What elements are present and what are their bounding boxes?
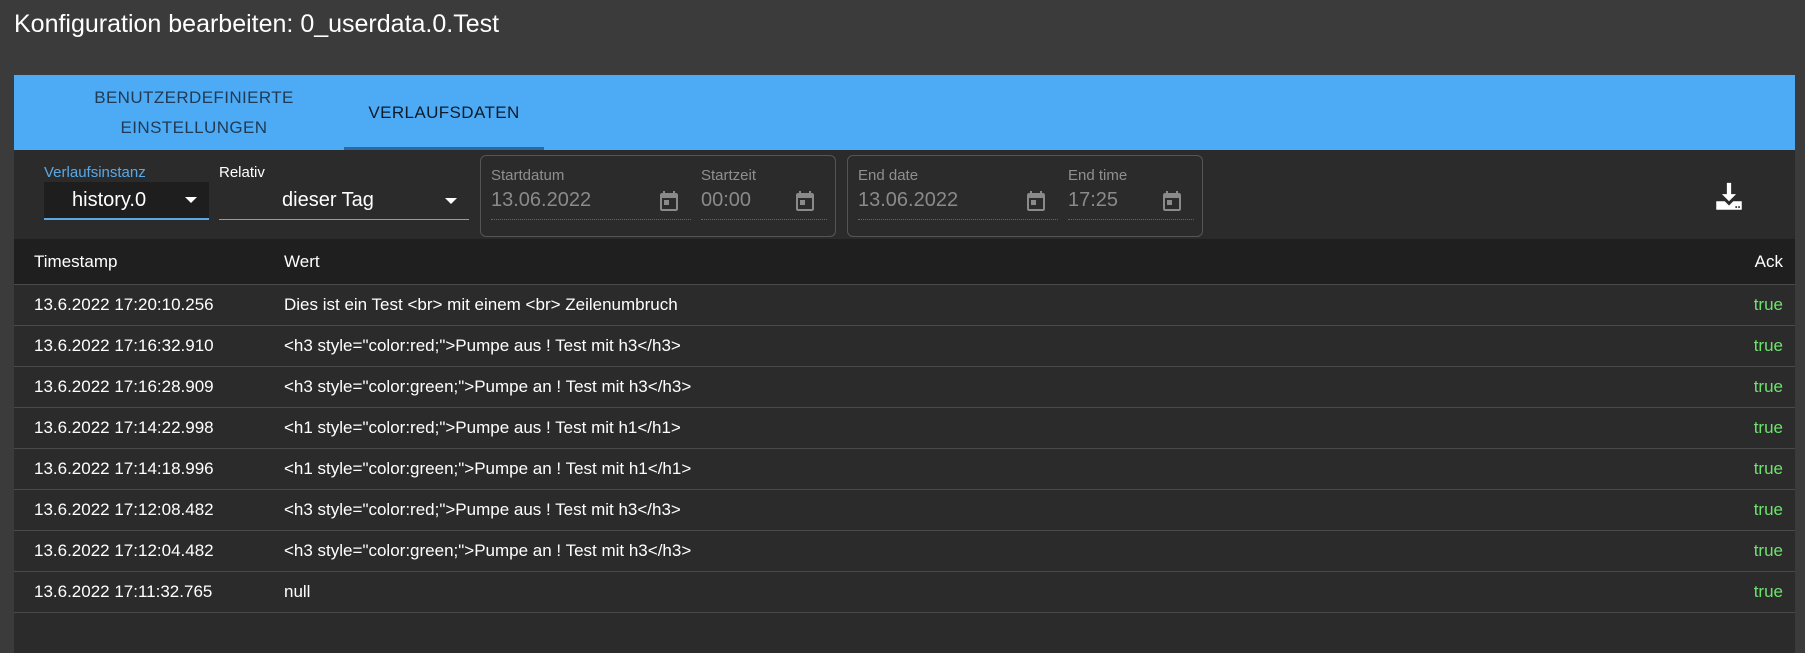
table-row[interactable]: 13.6.2022 17:20:10.256 Dies ist ein Test… xyxy=(14,285,1795,326)
relative-label: Relativ xyxy=(219,164,265,181)
table-row[interactable]: 13.6.2022 17:16:32.910 <h3 style="color:… xyxy=(14,326,1795,367)
cell-timestamp: 13.6.2022 17:12:08.482 xyxy=(34,500,214,519)
table-row[interactable]: 13.6.2022 17:16:28.909 <h3 style="color:… xyxy=(14,367,1795,408)
tab-history-data[interactable]: VERLAUFSDATEN xyxy=(344,75,544,150)
start-range-group: Startdatum 13.06.2022 Startzeit 00:00 xyxy=(480,155,836,237)
calendar-icon[interactable] xyxy=(1160,189,1184,213)
instance-label: Verlaufsinstanz xyxy=(44,164,146,181)
tab-custom-settings[interactable]: BENUTZERDEFINIERTE EINSTELLUNGEN xyxy=(54,75,334,150)
cell-timestamp: 13.6.2022 17:11:32.765 xyxy=(34,582,213,601)
cell-timestamp: 13.6.2022 17:16:32.910 xyxy=(34,336,214,355)
tab-bar: BENUTZERDEFINIERTE EINSTELLUNGEN VERLAUF… xyxy=(14,75,1795,150)
instance-select-value: history.0 xyxy=(72,188,147,211)
cell-ack: true xyxy=(1753,336,1783,355)
start-date-value: 13.06.2022 xyxy=(491,189,592,211)
instance-select[interactable]: history.0 xyxy=(44,182,209,220)
cell-value: <h3 style="color:green;">Pumpe an ! Test… xyxy=(284,541,692,560)
end-time-value: 17:25 xyxy=(1068,189,1119,211)
dialog-title: Konfiguration bearbeiten: 0_userdata.0.T… xyxy=(14,10,500,38)
end-time-field[interactable]: 17:25 xyxy=(1068,182,1194,220)
cell-ack: true xyxy=(1753,377,1783,396)
end-range-group: End date 13.06.2022 End time 17:25 xyxy=(847,155,1203,237)
cell-value: <h3 style="color:green;">Pumpe an ! Test… xyxy=(284,377,692,396)
table-row[interactable]: 13.6.2022 17:11:32.765 null true xyxy=(14,572,1795,613)
table-row[interactable]: 13.6.2022 17:14:22.998 <h1 style="color:… xyxy=(14,408,1795,449)
relative-select[interactable]: dieser Tag xyxy=(219,182,469,220)
end-date-field[interactable]: 13.06.2022 xyxy=(858,182,1058,220)
table-row[interactable]: 13.6.2022 17:12:04.482 <h3 style="color:… xyxy=(14,531,1795,572)
cell-value: <h3 style="color:red;">Pumpe aus ! Test … xyxy=(284,336,681,355)
cell-ack: true xyxy=(1753,541,1783,560)
cell-timestamp: 13.6.2022 17:16:28.909 xyxy=(34,377,214,396)
chevron-down-icon xyxy=(185,197,197,203)
cell-timestamp: 13.6.2022 17:14:22.998 xyxy=(34,418,214,437)
cell-timestamp: 13.6.2022 17:20:10.256 xyxy=(34,295,214,314)
cell-value: null xyxy=(284,582,311,601)
start-time-value: 00:00 xyxy=(701,189,752,211)
cell-ack: true xyxy=(1753,418,1783,437)
table-header: Timestamp Wert Ack xyxy=(14,239,1795,285)
config-panel: BENUTZERDEFINIERTE EINSTELLUNGEN VERLAUF… xyxy=(14,75,1795,653)
chevron-down-icon xyxy=(445,197,457,204)
cell-value: <h1 style="color:green;">Pumpe an ! Test… xyxy=(284,459,692,478)
download-icon[interactable] xyxy=(1712,180,1746,214)
header-ack[interactable]: Ack xyxy=(1755,252,1783,272)
cell-ack: true xyxy=(1753,295,1783,314)
calendar-icon[interactable] xyxy=(1024,189,1048,213)
header-value[interactable]: Wert xyxy=(284,252,320,272)
cell-value: <h1 style="color:red;">Pumpe aus ! Test … xyxy=(284,418,681,437)
header-timestamp[interactable]: Timestamp xyxy=(34,252,117,272)
calendar-icon[interactable] xyxy=(793,189,817,213)
relative-select-value: dieser Tag xyxy=(282,189,374,211)
cell-timestamp: 13.6.2022 17:14:18.996 xyxy=(34,459,214,478)
cell-value: <h3 style="color:red;">Pumpe aus ! Test … xyxy=(284,500,681,519)
calendar-icon[interactable] xyxy=(657,189,681,213)
start-time-field[interactable]: 00:00 xyxy=(701,182,827,220)
cell-value: Dies ist ein Test <br> mit einem <br> Ze… xyxy=(284,295,678,314)
history-table: Timestamp Wert Ack 13.6.2022 17:20:10.25… xyxy=(14,239,1795,613)
table-row[interactable]: 13.6.2022 17:14:18.996 <h1 style="color:… xyxy=(14,449,1795,490)
cell-ack: true xyxy=(1753,500,1783,519)
start-date-field[interactable]: 13.06.2022 xyxy=(491,182,691,220)
end-date-value: 13.06.2022 xyxy=(858,189,959,211)
table-row[interactable]: 13.6.2022 17:12:08.482 <h3 style="color:… xyxy=(14,490,1795,531)
cell-timestamp: 13.6.2022 17:12:04.482 xyxy=(34,541,214,560)
cell-ack: true xyxy=(1753,459,1783,478)
cell-ack: true xyxy=(1753,582,1783,601)
